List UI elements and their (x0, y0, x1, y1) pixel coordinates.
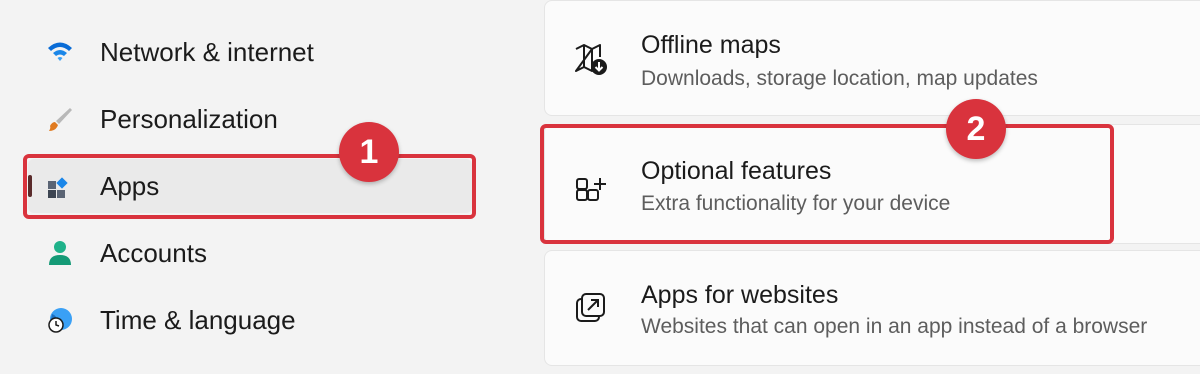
sidebar-item-apps[interactable]: Apps (28, 159, 472, 213)
open-in-app-icon (573, 291, 609, 327)
sidebar-item-label: Network & internet (100, 36, 314, 67)
card-title: Offline maps (641, 31, 781, 59)
globe-clock-icon (46, 306, 74, 334)
card-subtitle: Extra functionality for your device (641, 192, 951, 215)
sidebar-item-network[interactable]: Network & internet (28, 25, 472, 79)
account-icon (46, 239, 74, 267)
sidebar-item-time-language[interactable]: Time & language (28, 293, 472, 347)
callout-badge-2: 2 (946, 99, 1006, 159)
callout-badge-1: 1 (339, 122, 399, 182)
card-title: Apps for websites (641, 281, 839, 309)
sidebar-item-label: Apps (100, 170, 160, 201)
card-title: Optional features (641, 157, 832, 185)
sidebar-item-label: Personalization (100, 103, 278, 134)
sidebar-item-personalization[interactable]: Personalization (28, 92, 472, 146)
selection-indicator (28, 175, 32, 197)
sidebar-item-label: Accounts (100, 237, 207, 268)
paintbrush-icon (46, 105, 74, 133)
setting-card-offline-maps[interactable]: Offline maps Downloads, storage location… (544, 0, 1200, 116)
card-subtitle: Websites that can open in an app instead… (641, 315, 1148, 338)
settings-sidebar: Network & internet Personalization Apps (0, 0, 510, 374)
sidebar-item-accounts[interactable]: Accounts (28, 226, 472, 280)
wifi-icon (46, 38, 74, 66)
sidebar-item-label: Time & language (100, 304, 296, 335)
apps-icon (46, 172, 74, 200)
setting-card-optional-features[interactable]: Optional features Extra functionality fo… (544, 124, 1200, 244)
offline-map-icon (573, 41, 609, 77)
card-subtitle: Downloads, storage location, map updates (641, 67, 1038, 90)
setting-card-apps-for-websites[interactable]: Apps for websites Websites that can open… (544, 250, 1200, 366)
add-feature-icon (573, 169, 609, 205)
